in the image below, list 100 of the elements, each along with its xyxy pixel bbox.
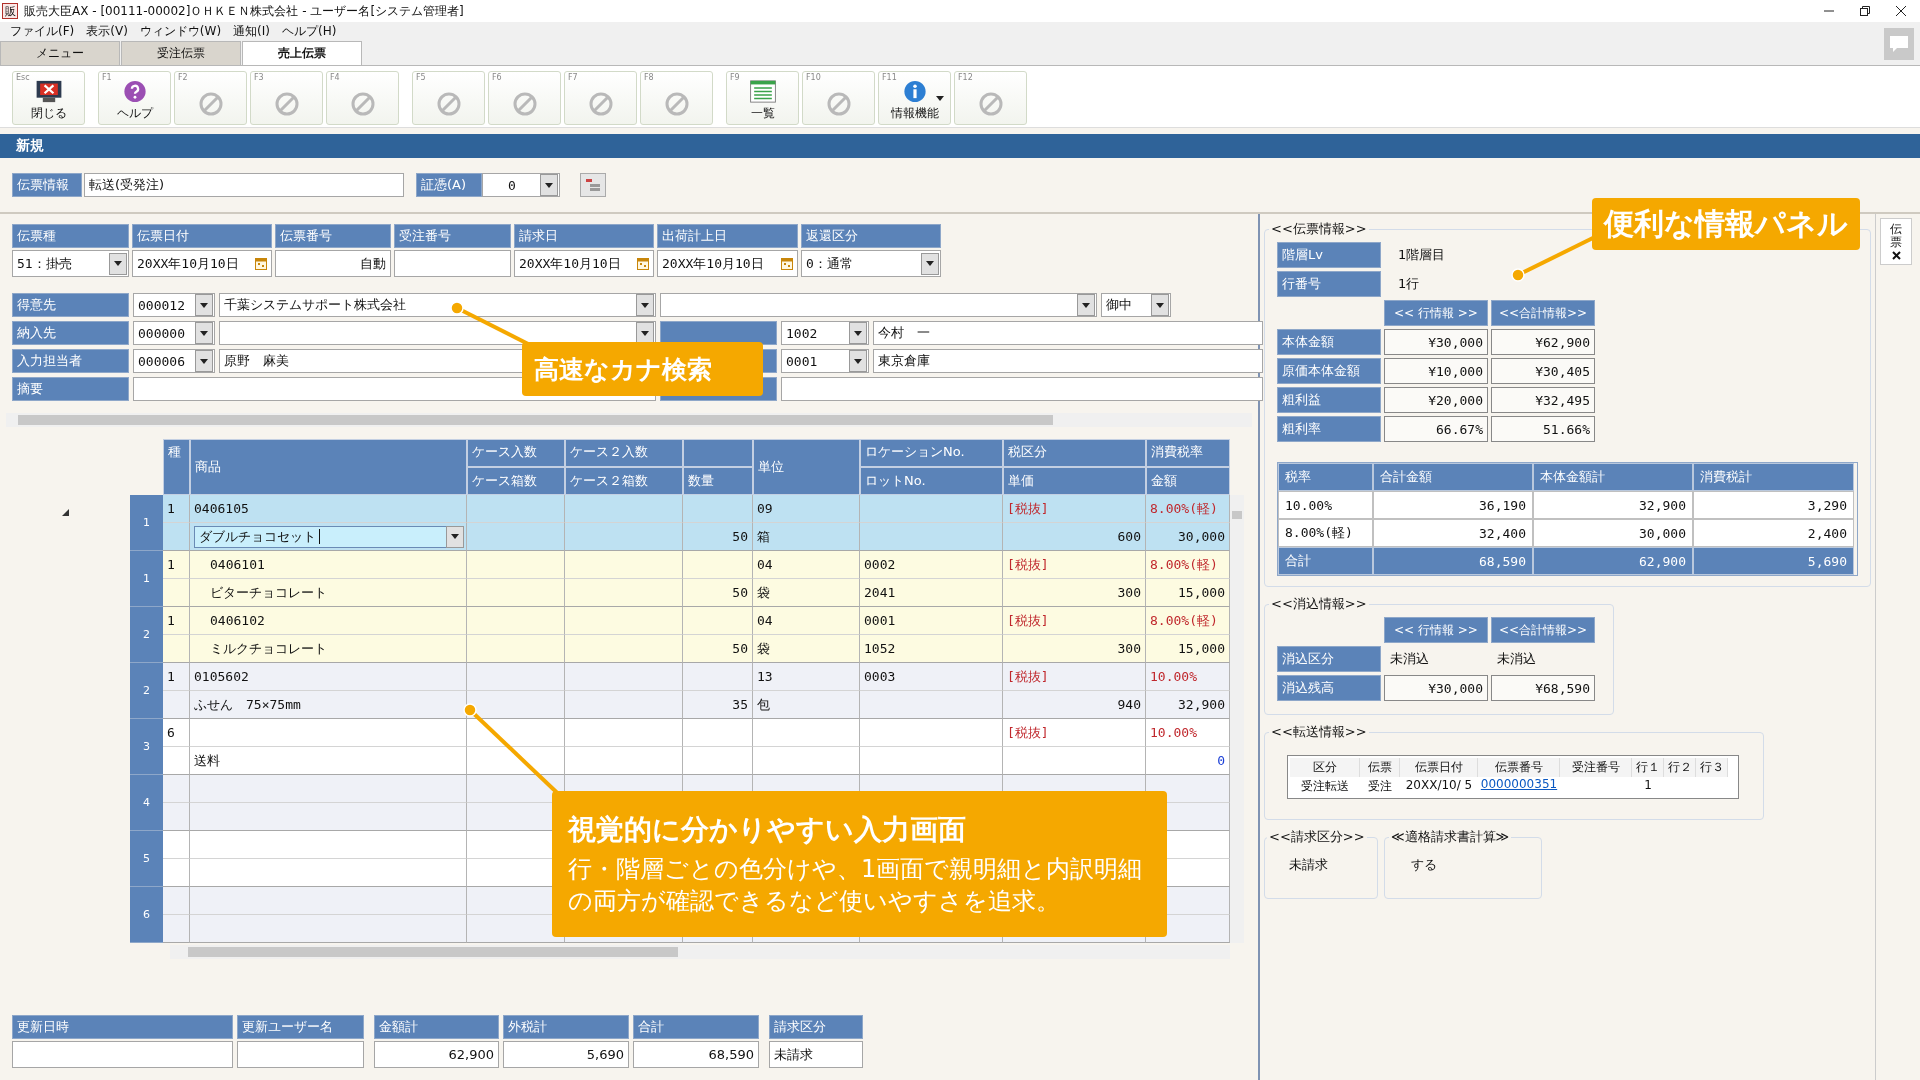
table-cell: 6 <box>163 719 190 747</box>
mode-banner: 新規 <box>0 134 1920 158</box>
column-header: 数量 <box>683 467 753 495</box>
field-label: 粗利率 <box>1277 416 1381 442</box>
column-header: 単価 <box>1003 467 1146 495</box>
window-title: 販売大臣AX - [00111-00002]ＯＨＫＥＮ株式会社 - ユーザー名[システム管理者] <box>24 2 464 20</box>
field-value: する <box>1410 856 1438 874</box>
key-label: F11 <box>882 73 897 82</box>
column-header: ケース２箱数 <box>565 467 683 495</box>
value-field: ¥62,900 <box>1491 329 1595 355</box>
field-label: 合計 <box>633 1015 759 1039</box>
key-label: F6 <box>492 73 502 82</box>
column-header: 税率 <box>1278 463 1373 491</box>
field-label: 摘要 <box>12 377 129 401</box>
field-label: 更新ユーザー名 <box>237 1015 364 1039</box>
field-label: 受注番号 <box>394 224 511 248</box>
field-label: 外税計 <box>503 1015 629 1039</box>
field-label: 金額計 <box>374 1015 499 1039</box>
column-header: 本体金額計 <box>1533 463 1693 491</box>
column-header: 行２ <box>1664 758 1696 777</box>
column-header: << 行情報 >> <box>1384 617 1488 643</box>
column-header: 金額 <box>1146 467 1230 495</box>
key-label: F9 <box>730 73 740 82</box>
row-number: 1 <box>130 551 163 607</box>
table-cell: 1 <box>163 607 190 635</box>
column-header: 受注番号 <box>1560 758 1632 777</box>
table-cell: 1 <box>163 495 190 523</box>
key-label: F1 <box>102 73 112 82</box>
table-cell: [税抜] <box>1003 551 1146 579</box>
table-cell: 09 <box>753 495 860 523</box>
column-header: 種 <box>163 439 190 495</box>
value-field: ¥20,000 <box>1384 387 1488 413</box>
field-label: 消込区分 <box>1277 646 1381 672</box>
row-number: 4 <box>130 775 163 831</box>
key-label: F8 <box>644 73 654 82</box>
table-cell: 13 <box>753 663 860 691</box>
column-header: ロットNo. <box>860 467 1003 495</box>
column-header: 伝票日付 <box>1400 758 1478 777</box>
app-icon: 販 <box>2 3 18 19</box>
column-header: ロケーションNo. <box>860 439 1003 467</box>
row-number: 6 <box>130 887 163 943</box>
callout-tooltip: 視覚的に分かりやすい入力画面 行・階層ごとの色分けや、1画面で親明細と内訳明細の両方が確認できるなど使いやすさを追求。 <box>552 791 1167 937</box>
table-cell: 0001 <box>860 607 1003 635</box>
table-cell: 1 <box>163 551 190 579</box>
table-cell: 0406102 <box>190 607 467 635</box>
key-label: F2 <box>178 73 188 82</box>
value-field: ¥10,000 <box>1384 358 1488 384</box>
key-label: F3 <box>254 73 264 82</box>
row-number: 2 <box>130 607 163 663</box>
table-cell: 合計 <box>1278 547 1373 575</box>
column-header: ケース入数 <box>467 439 565 467</box>
table-cell: 62,900 <box>1533 547 1693 575</box>
column-header: << 行情報 >> <box>1384 300 1488 326</box>
table-cell: [税抜] <box>1003 719 1146 747</box>
value-field: ¥30,405 <box>1491 358 1595 384</box>
key-label: F5 <box>416 73 426 82</box>
table-cell: 36,190 <box>1373 491 1533 519</box>
table-cell: 0002 <box>860 551 1003 579</box>
field-value: 未消込 <box>1496 650 1537 668</box>
value-field: 66.67% <box>1384 416 1488 442</box>
field-label: 階層Lv <box>1277 242 1381 268</box>
field-label: 行番号 <box>1277 271 1381 297</box>
column-header: 税区分 <box>1003 439 1146 467</box>
table-cell: 32,900 <box>1533 491 1693 519</box>
field-label: 粗利益 <box>1277 387 1381 413</box>
panel-title: <<伝票情報>> <box>1270 220 1368 238</box>
row-number: 1 <box>130 495 163 551</box>
column-header: 消費税率 <box>1146 439 1230 467</box>
key-label: F4 <box>330 73 340 82</box>
panel-title: ≪適格請求書計算≫ <box>1390 828 1511 846</box>
table-cell: 04 <box>753 551 860 579</box>
panel-title: <<請求区分>> <box>1268 828 1366 846</box>
table-cell: 30,000 <box>1533 519 1693 547</box>
value-field: ¥32,495 <box>1491 387 1595 413</box>
column-header: 合計金額 <box>1373 463 1533 491</box>
table-cell: 0105602 <box>190 663 467 691</box>
callout-tooltip: 高速なカナ検索 <box>522 342 763 396</box>
table-cell: 10.00% <box>1278 491 1373 519</box>
column-header: 区分 <box>1290 758 1360 777</box>
table-cell: 0406105 <box>190 495 467 523</box>
column-header: ケース２入数 <box>565 439 683 467</box>
panel-title: <<消込情報>> <box>1270 595 1368 613</box>
key-label: F12 <box>958 73 973 82</box>
field-label: 証憑(A) <box>416 173 482 197</box>
column-header: 行１ <box>1632 758 1664 777</box>
table-cell: [税抜] <box>1003 607 1146 635</box>
key-label: Esc <box>16 73 30 82</box>
table-cell: 68,590 <box>1373 547 1533 575</box>
column-header: 単位 <box>753 439 860 495</box>
field-label: 請求区分 <box>769 1015 863 1039</box>
field-label: 伝票日付 <box>132 224 272 248</box>
column-header: 消費税計 <box>1693 463 1854 491</box>
value-field: ¥30,000 <box>1384 329 1488 355</box>
table-cell: 32,400 <box>1373 519 1533 547</box>
panel-title: <<転送情報>> <box>1270 723 1368 741</box>
field-label: 本体金額 <box>1277 329 1381 355</box>
column-header: ケース箱数 <box>467 467 565 495</box>
field-value: 未消込 <box>1389 650 1430 668</box>
field-label: 伝票番号 <box>275 224 391 248</box>
column-header: 行３ <box>1696 758 1728 777</box>
